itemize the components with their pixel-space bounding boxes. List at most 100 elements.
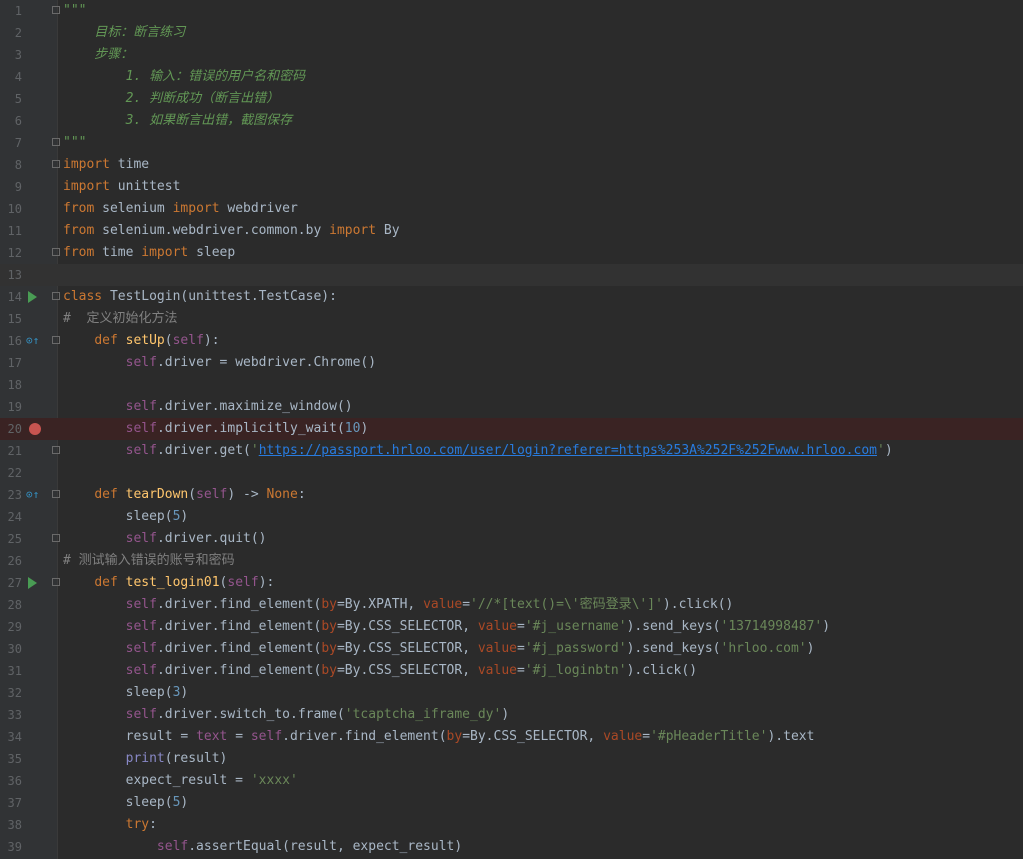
line-number: 26 <box>7 554 22 568</box>
code-line[interactable]: 33 self.driver.switch_to.frame('tcaptcha… <box>0 704 1023 726</box>
code-line[interactable]: 3 步骤： <box>0 44 1023 66</box>
code-line[interactable]: 6 3. 如果断言出错，截图保存 <box>0 110 1023 132</box>
fold-icon[interactable] <box>52 6 60 14</box>
line-number: 7 <box>14 136 22 150</box>
code-line[interactable]: 36 expect_result = 'xxxx' <box>0 770 1023 792</box>
code-line[interactable]: 7 """ <box>0 132 1023 154</box>
fold-icon[interactable] <box>52 490 60 498</box>
fold-icon[interactable] <box>52 160 60 168</box>
code-line[interactable]: 31 self.driver.find_element(by=By.CSS_SE… <box>0 660 1023 682</box>
code-line[interactable]: 4 1. 输入：错误的用户名和密码 <box>0 66 1023 88</box>
code-line[interactable]: 22 <box>0 462 1023 484</box>
code-text: from selenium.webdriver.common.by import… <box>63 223 400 238</box>
code-text: result = text = self.driver.find_element… <box>63 729 815 744</box>
code-text: try: <box>125 817 157 832</box>
run-icon[interactable] <box>28 577 37 589</box>
code-line[interactable]: 37 sleep(5) <box>0 792 1023 814</box>
code-line[interactable]: 39 self.assertEqual(result, expect_resul… <box>0 836 1023 858</box>
code-line[interactable]: 24 sleep(5) <box>0 506 1023 528</box>
code-line[interactable]: 15 # 定义初始化方法 <box>0 308 1023 330</box>
code-text: # 定义初始化方法 <box>63 311 178 326</box>
code-line[interactable]: 35 print(result) <box>0 748 1023 770</box>
code-line[interactable]: 10 from selenium import webdriver <box>0 198 1023 220</box>
code-line[interactable]: 9 import unittest <box>0 176 1023 198</box>
breakpoint-icon[interactable] <box>29 423 41 435</box>
code-line-breakpoint[interactable]: 20 self.driver.implicitly_wait(10) <box>0 418 1023 440</box>
line-number: 21 <box>7 444 22 458</box>
line-number: 24 <box>7 510 22 524</box>
code-text: self.driver.find_element(by=By.CSS_SELEC… <box>125 619 831 634</box>
code-text: 1. 输入：错误的用户名和密码 <box>63 69 306 84</box>
code-line[interactable]: 11 from selenium.webdriver.common.by imp… <box>0 220 1023 242</box>
code-line[interactable]: 8 import time <box>0 154 1023 176</box>
fold-icon[interactable] <box>52 446 60 454</box>
override-icon[interactable]: ⊙↑ <box>26 488 39 502</box>
code-text: def test_login01(self): <box>94 575 275 590</box>
code-text: print(result) <box>125 751 228 766</box>
code-line[interactable]: 28 self.driver.find_element(by=By.XPATH,… <box>0 594 1023 616</box>
fold-icon[interactable] <box>52 138 60 146</box>
fold-icon[interactable] <box>52 248 60 256</box>
line-number: 36 <box>7 774 22 788</box>
code-line[interactable]: 21 self.driver.get('https://passport.hrl… <box>0 440 1023 462</box>
fold-icon[interactable] <box>52 336 60 344</box>
fold-icon[interactable] <box>52 578 60 586</box>
line-number: 23 <box>7 488 22 502</box>
fold-icon[interactable] <box>52 292 60 300</box>
code-line-current[interactable]: 13 <box>0 264 1023 286</box>
fold-icon[interactable] <box>52 534 60 542</box>
code-editor[interactable]: 1 """ 2 目标：断言练习 3 步骤： 4 1. 输入：错误的用户名和密码 … <box>0 0 1023 859</box>
line-number: 18 <box>7 378 22 392</box>
line-number: 6 <box>14 114 22 128</box>
code-line[interactable]: 26 # 测试输入错误的账号和密码 <box>0 550 1023 572</box>
code-line[interactable]: 16 ⊙↑ def setUp(self): <box>0 330 1023 352</box>
line-number: 25 <box>7 532 22 546</box>
code-text: import unittest <box>63 179 181 194</box>
line-number: 17 <box>7 356 22 370</box>
code-line[interactable]: 1 """ <box>0 0 1023 22</box>
code-line[interactable]: 38 try: <box>0 814 1023 836</box>
code-line[interactable]: 18 <box>0 374 1023 396</box>
code-text: self.driver.get('https://passport.hrloo.… <box>125 443 893 458</box>
code-line[interactable]: 5 2. 判断成功（断言出错） <box>0 88 1023 110</box>
line-number: 33 <box>7 708 22 722</box>
code-line[interactable]: 30 self.driver.find_element(by=By.CSS_SE… <box>0 638 1023 660</box>
code-line[interactable]: 34 result = text = self.driver.find_elem… <box>0 726 1023 748</box>
override-icon[interactable]: ⊙↑ <box>26 334 39 348</box>
line-number: 37 <box>7 796 22 810</box>
line-number: 8 <box>14 158 22 172</box>
code-line[interactable]: 23 ⊙↑ def tearDown(self) -> None: <box>0 484 1023 506</box>
code-text: 2. 判断成功（断言出错） <box>63 91 280 106</box>
code-line[interactable]: 2 目标：断言练习 <box>0 22 1023 44</box>
line-number: 28 <box>7 598 22 612</box>
line-number: 10 <box>7 202 22 216</box>
line-number: 39 <box>7 840 22 854</box>
code-line[interactable]: 14 class TestLogin(unittest.TestCase): <box>0 286 1023 308</box>
line-number: 34 <box>7 730 22 744</box>
code-text: def setUp(self): <box>94 333 220 348</box>
code-line[interactable]: 12 from time import sleep <box>0 242 1023 264</box>
code-text: def tearDown(self) -> None: <box>94 487 306 502</box>
code-text: sleep(5) <box>63 795 189 810</box>
code-line[interactable]: 32 sleep(3) <box>0 682 1023 704</box>
code-text: expect_result = 'xxxx' <box>63 773 298 788</box>
code-line[interactable]: 17 self.driver = webdriver.Chrome() <box>0 352 1023 374</box>
line-number: 14 <box>7 290 22 304</box>
line-number: 15 <box>7 312 22 326</box>
code-line[interactable]: 25 self.driver.quit() <box>0 528 1023 550</box>
line-number: 4 <box>14 70 22 84</box>
line-number: 31 <box>7 664 22 678</box>
code-line[interactable]: 27 def test_login01(self): <box>0 572 1023 594</box>
code-text: self.driver.find_element(by=By.CSS_SELEC… <box>125 663 698 678</box>
line-number: 2 <box>14 26 22 40</box>
code-line[interactable]: 29 self.driver.find_element(by=By.CSS_SE… <box>0 616 1023 638</box>
code-text: self.driver.find_element(by=By.CSS_SELEC… <box>125 641 815 656</box>
code-text: self.driver.switch_to.frame('tcaptcha_if… <box>125 707 510 722</box>
code-line[interactable]: 19 self.driver.maximize_window() <box>0 396 1023 418</box>
line-number: 12 <box>7 246 22 260</box>
code-text: self.assertEqual(result, expect_result) <box>156 839 463 854</box>
line-number: 38 <box>7 818 22 832</box>
code-text: sleep(5) <box>63 509 189 524</box>
run-icon[interactable] <box>28 291 37 303</box>
line-number: 9 <box>14 180 22 194</box>
